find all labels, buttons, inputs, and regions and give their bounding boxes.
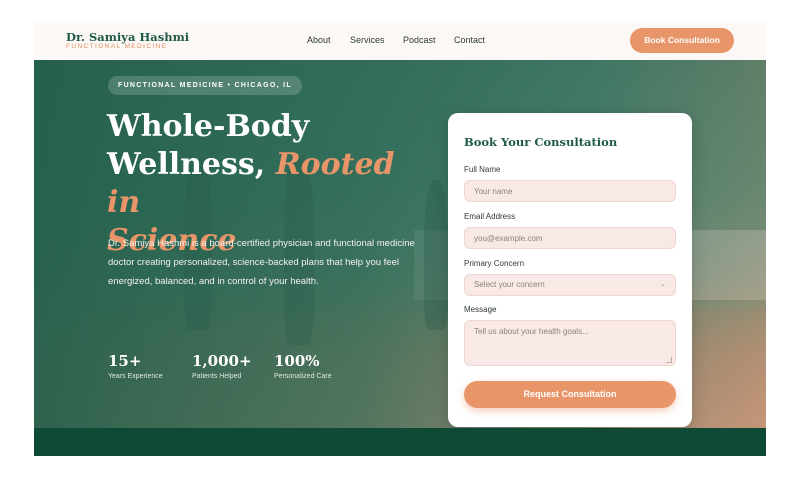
nav-about[interactable]: About xyxy=(307,35,331,45)
hero-tag: FUNCTIONAL MEDICINE • CHICAGO, IL xyxy=(108,76,302,95)
stat-years: 15+ Years Experience xyxy=(108,352,163,380)
full-name-input[interactable] xyxy=(474,181,675,201)
stat-label: Personalized Care xyxy=(274,373,332,380)
hero-intro: Dr. Samiya Hashmi is a board-certified p… xyxy=(108,238,415,287)
email-label: Email Address xyxy=(464,212,516,221)
brand-tagline: FUNCTIONAL MEDICINE xyxy=(66,43,168,50)
full-name-field[interactable] xyxy=(464,180,676,202)
book-consultation-button[interactable]: Book Consultation xyxy=(630,28,734,53)
message-input[interactable] xyxy=(465,321,675,365)
headline-line-1: Whole-Body xyxy=(107,109,310,144)
concern-select-value: Select your concern xyxy=(474,280,545,289)
consultation-form: Book Your Consultation Full Name Email A… xyxy=(448,113,692,427)
hero-section: FUNCTIONAL MEDICINE • CHICAGO, IL Whole-… xyxy=(34,60,766,428)
email-field[interactable] xyxy=(464,227,676,249)
stat-value: 1,000+ xyxy=(192,352,252,370)
resize-handle-icon[interactable] xyxy=(666,357,672,363)
nav-contact[interactable]: Contact xyxy=(454,35,485,45)
request-consultation-button[interactable]: Request Consultation xyxy=(464,381,676,408)
form-title: Book Your Consultation xyxy=(464,135,618,149)
email-input[interactable] xyxy=(474,228,675,248)
concern-label: Primary Concern xyxy=(464,259,525,268)
stat-label: Years Experience xyxy=(108,373,163,380)
headline-line-2: Wellness, xyxy=(107,147,266,182)
brand-name[interactable]: Dr. Samiya Hashmi xyxy=(66,30,189,44)
stat-patients: 1,000+ Patients Helped xyxy=(192,352,252,380)
full-name-label: Full Name xyxy=(464,165,501,174)
stat-personalized: 100% Personalized Care xyxy=(274,352,332,380)
stat-value: 100% xyxy=(274,352,320,370)
footer-band xyxy=(34,428,766,456)
message-label: Message xyxy=(464,305,497,314)
concern-select[interactable]: Select your concern ⌄ xyxy=(464,274,676,296)
stat-label: Patients Helped xyxy=(192,373,242,380)
site-header: Dr. Samiya Hashmi FUNCTIONAL MEDICINE Ab… xyxy=(34,21,766,60)
page-frame: Dr. Samiya Hashmi FUNCTIONAL MEDICINE Ab… xyxy=(34,21,766,456)
message-field[interactable] xyxy=(464,320,676,366)
nav-podcast[interactable]: Podcast xyxy=(403,35,436,45)
nav-services[interactable]: Services xyxy=(350,35,385,45)
stat-value: 15+ xyxy=(108,352,142,370)
chevron-down-icon: ⌄ xyxy=(660,281,666,288)
